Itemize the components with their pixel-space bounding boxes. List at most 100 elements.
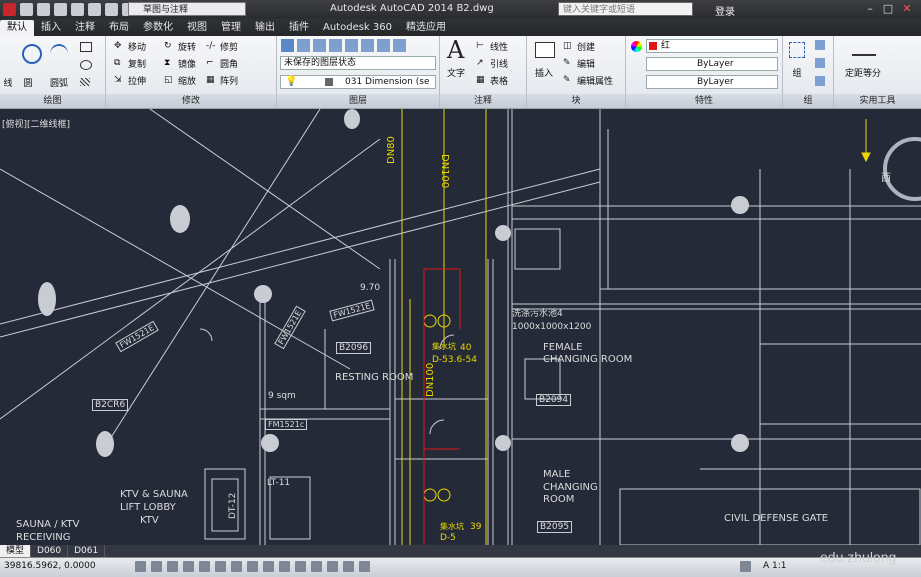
save-as-icon[interactable] — [71, 3, 84, 16]
tab-featured-apps[interactable]: 精选应用 — [399, 20, 453, 36]
circle-button[interactable]: 圆 — [20, 76, 36, 89]
linetype-select[interactable]: ByLayer — [646, 57, 778, 71]
viewport-label[interactable]: [俯视][二维线框] — [2, 117, 70, 130]
color-wheel-icon[interactable] — [631, 41, 642, 52]
selection-cycling-icon[interactable] — [343, 561, 354, 572]
pump-depth-2: D-5 — [440, 533, 456, 543]
ellipse-icon[interactable] — [80, 60, 92, 70]
groups-panel-title[interactable]: 组 — [783, 94, 833, 108]
snap-mode-icon[interactable] — [151, 561, 162, 572]
layer-isolate-icon[interactable] — [329, 39, 342, 52]
utilities-panel-title[interactable]: 实用工具 — [834, 94, 921, 108]
search-input[interactable]: 键入关键字或短语 — [558, 2, 693, 16]
group-select-icon[interactable] — [815, 76, 825, 86]
text-button[interactable]: 文字 — [444, 66, 468, 79]
layer-off-icon[interactable] — [377, 39, 390, 52]
grid-display-icon[interactable] — [167, 561, 178, 572]
array-button[interactable]: ▦ 阵列 — [206, 73, 238, 88]
layer-previous-icon[interactable] — [313, 39, 326, 52]
group-edit-icon[interactable] — [815, 58, 825, 68]
tab-layout-d060[interactable]: D060 — [31, 545, 69, 557]
close-icon[interactable]: ✕ — [899, 2, 915, 16]
layer-match-icon[interactable] — [297, 39, 310, 52]
transparency-icon[interactable] — [311, 561, 322, 572]
draw-panel-title[interactable]: 绘图 — [0, 94, 105, 108]
layer-state-select[interactable]: 未保存的图层状态 — [280, 56, 436, 70]
lineweight-icon[interactable] — [295, 561, 306, 572]
quick-properties-icon[interactable] — [327, 561, 338, 572]
insert-button[interactable]: 插入 — [531, 66, 557, 79]
pump-label-1: 集水坑 — [432, 342, 456, 351]
object-snap-tracking-icon[interactable] — [247, 561, 258, 572]
tab-view[interactable]: 视图 — [180, 20, 214, 36]
model-space-icon[interactable] — [740, 561, 751, 572]
minimize-icon[interactable]: – — [862, 2, 878, 16]
login-button[interactable]: 登录 — [715, 3, 735, 18]
measure-button[interactable]: 定距等分 — [838, 66, 888, 79]
print-icon[interactable] — [88, 3, 101, 16]
object-snap-icon[interactable] — [215, 561, 226, 572]
hatch-icon[interactable] — [80, 78, 90, 86]
lineweight-select[interactable]: ByLayer — [646, 75, 778, 89]
edit-block-button[interactable]: ✎ 编辑 — [563, 56, 595, 71]
table-button[interactable]: ▦ 表格 — [476, 73, 508, 88]
annotation-monitor-icon[interactable] — [359, 561, 370, 572]
tab-default[interactable]: 默认 — [0, 20, 34, 36]
ortho-mode-icon[interactable] — [183, 561, 194, 572]
tab-layout[interactable]: 布局 — [102, 20, 136, 36]
rotate-button[interactable]: ↻ 旋转 — [164, 39, 196, 54]
properties-panel-title[interactable]: 特性 — [626, 94, 782, 108]
infer-constraints-icon[interactable] — [135, 561, 146, 572]
scale-button[interactable]: ◱ 缩放 — [164, 73, 196, 88]
linear-dimension-button[interactable]: ⊢ 线性 — [476, 39, 508, 54]
3d-object-snap-icon[interactable] — [231, 561, 242, 572]
tab-parametric[interactable]: 参数化 — [136, 20, 180, 36]
annotation-scale[interactable]: A 1:1 — [763, 561, 787, 571]
create-block-button[interactable]: ◫ 创建 — [563, 39, 595, 54]
mirror-button[interactable]: ⧗ 镜像 — [164, 56, 196, 71]
tab-output[interactable]: 输出 — [248, 20, 282, 36]
trim-button[interactable]: -/- 修剪 — [206, 39, 238, 54]
move-button[interactable]: ✥ 移动 — [114, 39, 146, 54]
current-layer-select[interactable]: 031 Dimension (se — [280, 75, 436, 89]
modify-panel-title[interactable]: 修改 — [106, 94, 276, 108]
layers-panel-title[interactable]: 图层 — [277, 94, 439, 108]
door-tag-fm4: FM1521c — [265, 419, 308, 430]
drawing-canvas[interactable]: DN80 DN100 DN100 洗涤污水池4 1000x1000x1200 F… — [0, 109, 921, 545]
tab-annotate[interactable]: 注释 — [68, 20, 102, 36]
dynamic-ucs-icon[interactable] — [263, 561, 274, 572]
dynamic-input-icon[interactable] — [279, 561, 290, 572]
undo-icon[interactable] — [105, 3, 118, 16]
tab-layout-d061[interactable]: D061 — [68, 545, 106, 557]
rectangle-icon[interactable] — [80, 42, 92, 52]
app-menu-icon[interactable] — [3, 3, 16, 16]
fillet-button[interactable]: ⌐ 圆角 — [206, 56, 238, 71]
edit-attributes-button[interactable]: ✎ 编辑属性 — [563, 73, 613, 88]
tab-autodesk360[interactable]: Autodesk 360 — [316, 20, 399, 36]
workspace-selector[interactable]: 草图与注释 — [128, 2, 246, 16]
layer-freeze-icon[interactable] — [361, 39, 374, 52]
layer-lock-icon[interactable] — [393, 39, 406, 52]
layer-unisolate-icon[interactable] — [345, 39, 358, 52]
tab-model[interactable]: 模型 — [0, 545, 32, 557]
layer-properties-icon[interactable] — [281, 39, 294, 52]
save-icon[interactable] — [54, 3, 67, 16]
polar-tracking-icon[interactable] — [199, 561, 210, 572]
arc-button[interactable]: 圆弧 — [46, 76, 72, 89]
block-panel-title[interactable]: 块 — [527, 94, 625, 108]
group-button[interactable]: 组 — [787, 66, 807, 79]
tab-plugins[interactable]: 插件 — [282, 20, 316, 36]
color-select[interactable]: 红 — [646, 39, 778, 53]
open-folder-icon[interactable] — [37, 3, 50, 16]
copy-button[interactable]: ⧉ 复制 — [114, 56, 146, 71]
maximize-icon[interactable]: □ — [880, 2, 896, 16]
ungroup-icon[interactable] — [815, 40, 825, 50]
new-file-icon[interactable] — [20, 3, 33, 16]
annotation-panel-title[interactable]: 注释 — [440, 94, 526, 108]
tab-manage[interactable]: 管理 — [214, 20, 248, 36]
leader-button[interactable]: ↗ 引线 — [476, 56, 508, 71]
tab-insert[interactable]: 插入 — [34, 20, 68, 36]
civil-defense-gate-label: CIVIL DEFENSE GATE — [724, 513, 829, 524]
line-button[interactable]: 线 — [0, 76, 16, 89]
stretch-button[interactable]: ⇲ 拉伸 — [114, 73, 146, 88]
